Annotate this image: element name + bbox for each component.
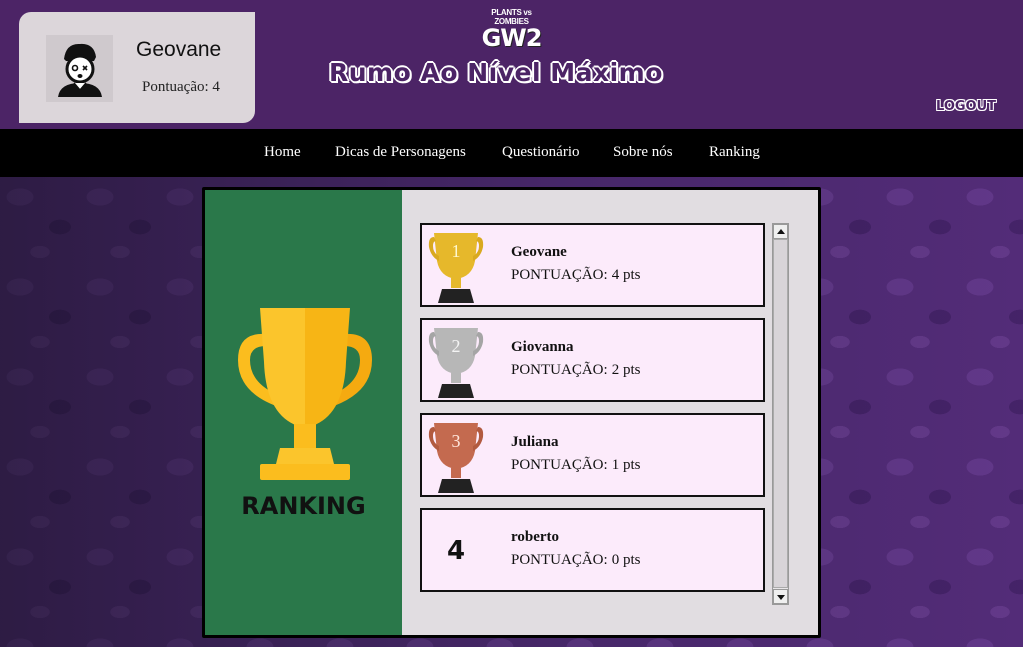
site-header: Geovane Pontuação: 4 PLANTS vs ZOMBIES G… xyxy=(0,0,1023,129)
nav-item-home[interactable]: Home xyxy=(264,144,301,161)
entry-score: PONTUAÇÃO: 0 pts xyxy=(511,552,640,569)
svg-text:1: 1 xyxy=(452,241,461,261)
score-value: 4 pts xyxy=(611,267,641,283)
main-nav: Home Dicas de Personagens Questionário S… xyxy=(0,129,1023,177)
silver-trophy-icon: 2 xyxy=(428,328,484,398)
logout-button[interactable]: LOGOUT xyxy=(936,99,996,114)
profile-card: Geovane Pontuação: 4 xyxy=(19,12,255,123)
bronze-trophy-icon: 3 xyxy=(428,423,484,493)
nav-item-ranking[interactable]: Ranking xyxy=(709,144,760,161)
entry-rank-number: 4 xyxy=(446,536,466,566)
entry-name: Giovanna xyxy=(511,339,574,355)
score-value: 2 pts xyxy=(611,362,641,378)
entry-score: PONTUAÇÃO: 4 pts xyxy=(511,267,640,284)
page-title: Rumo Ao Nível Máximo xyxy=(329,58,663,87)
logo-main-text: GW2 xyxy=(481,24,543,52)
entry-name: Geovane xyxy=(511,244,567,260)
ranking-sidebar: RANKING xyxy=(205,190,402,635)
score-value: 0 pts xyxy=(611,552,641,568)
list-item: 4 roberto PONTUAÇÃO: 0 pts xyxy=(420,508,765,592)
entry-score: PONTUAÇÃO: 2 pts xyxy=(511,362,640,379)
score-label: PONTUAÇÃO: xyxy=(511,457,608,473)
list-item: 3 Juliana PONTUAÇÃO: 1 pts xyxy=(420,413,765,497)
profile-username: Geovane xyxy=(136,38,222,61)
nav-item-sobre-nos[interactable]: Sobre nós xyxy=(613,144,673,161)
score-label: PONTUAÇÃO: xyxy=(511,267,608,283)
entry-name: Juliana xyxy=(511,434,559,450)
ranking-list: 1 Geovane PONTUAÇÃO: 4 pts 2 Giovanna PON… xyxy=(420,223,768,593)
svg-text:2: 2 xyxy=(452,336,461,356)
svg-text:3: 3 xyxy=(452,431,461,451)
ranking-panel: RANKING 1 Geovane PONTUAÇÃO: 4 pts 2 Gio… xyxy=(202,187,821,638)
scroll-thumb[interactable] xyxy=(773,239,788,588)
scroll-down-button[interactable] xyxy=(773,589,788,604)
scroll-up-button[interactable] xyxy=(773,224,788,239)
list-item: 1 Geovane PONTUAÇÃO: 4 pts xyxy=(420,223,765,307)
score-label: PONTUAÇÃO: xyxy=(511,362,608,378)
score-value: 1 pts xyxy=(611,457,641,473)
ranking-scrollbar[interactable] xyxy=(772,223,789,605)
game-logo: PLANTS vs ZOMBIES GW2 xyxy=(474,8,549,50)
zombie-avatar-icon xyxy=(58,43,102,97)
avatar xyxy=(46,35,113,102)
nav-item-dicas-de-personagens[interactable]: Dicas de Personagens xyxy=(335,144,466,161)
score-label: PONTUAÇÃO: xyxy=(511,552,608,568)
gold-trophy-icon: 1 xyxy=(428,233,484,303)
nav-item-questionario[interactable]: Questionário xyxy=(502,144,579,161)
trophy-icon xyxy=(238,308,372,480)
list-item: 2 Giovanna PONTUAÇÃO: 2 pts xyxy=(420,318,765,402)
ranking-heading: RANKING xyxy=(241,492,366,520)
entry-name: roberto xyxy=(511,529,560,545)
profile-score: Pontuação: 4 xyxy=(142,79,220,95)
entry-score: PONTUAÇÃO: 1 pts xyxy=(511,457,640,474)
